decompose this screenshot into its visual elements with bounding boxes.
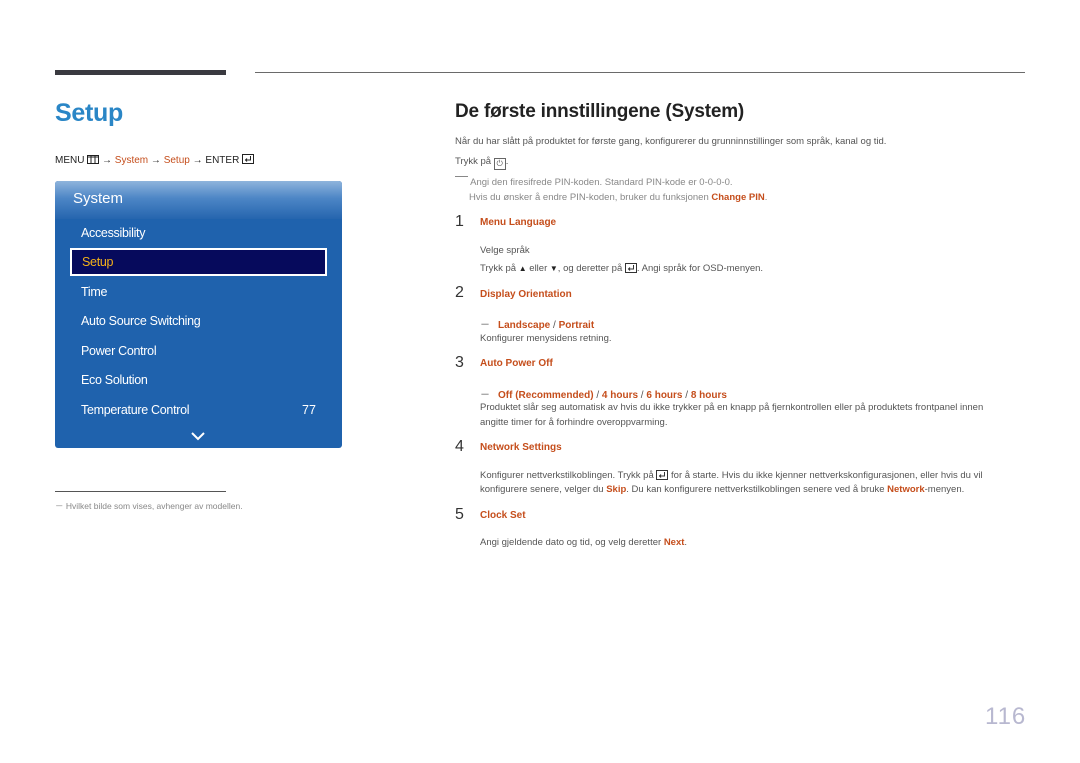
osd-system-menu: System Accessibility Setup Time Auto Sou…	[55, 181, 342, 448]
step3-desc-line2: angitte timer for å forhindre overoppvar…	[480, 417, 668, 428]
enter-icon	[242, 154, 255, 167]
step-title-auto-power-off: Auto Power Off	[480, 358, 553, 369]
arrow: →	[192, 155, 203, 166]
osd-item-eco-solution[interactable]: Eco Solution	[81, 373, 148, 387]
down-arrow-icon: ▼	[549, 264, 558, 273]
option-4-hours: 4 hours	[601, 390, 639, 401]
osd-item-time[interactable]: Time	[81, 285, 107, 299]
footnote: － Hvilket bilde som vises, avhenger av m…	[55, 501, 243, 511]
arrow: →	[150, 155, 161, 166]
press-power-text: Trykk på ⏻.	[455, 156, 509, 170]
breadcrumb-system: System	[114, 155, 149, 166]
page-number: 116	[985, 703, 1027, 730]
intro-text: Når du har slått på produktet for første…	[455, 136, 887, 147]
step1-line1: Velge språk	[480, 245, 530, 256]
step-number: 4	[455, 438, 464, 455]
step2-desc: Konfigurer menysidens retning.	[480, 333, 612, 344]
option-6-hours: 6 hours	[646, 390, 683, 401]
step-title-clock-set: Clock Set	[480, 510, 526, 521]
step3-desc-line1: Produktet slår seg automatisk av hvis du…	[480, 402, 984, 413]
osd-item-temperature-control[interactable]: Temperature Control	[81, 403, 190, 417]
menu-icon	[87, 155, 100, 167]
page-title: Setup	[55, 99, 123, 127]
orientation-options: － Landscape / Portrait	[480, 320, 595, 331]
footnote-rule	[55, 491, 226, 492]
osd-item-accessibility[interactable]: Accessibility	[81, 226, 145, 240]
enter-label: ENTER	[205, 155, 240, 166]
enter-icon	[624, 263, 637, 276]
option-portrait: Portrait	[558, 320, 595, 331]
osd-item-power-control[interactable]: Power Control	[81, 344, 157, 358]
menu-label: MENU	[55, 155, 85, 166]
chevron-down-icon[interactable]	[190, 428, 206, 446]
pin-note-line1: Angi den firesifrede PIN-koden. Standard…	[455, 176, 733, 188]
osd-item-label: Setup	[82, 255, 114, 269]
skip-label: Skip	[606, 484, 627, 495]
step-number: 2	[455, 284, 464, 301]
step-title-menu-language: Menu Language	[480, 217, 557, 228]
note-mark	[455, 176, 468, 177]
osd-item-setup[interactable]: Setup	[70, 248, 327, 276]
network-label: Network	[887, 484, 925, 495]
step5-desc: Angi gjeldende dato og tid, og velg dere…	[480, 537, 688, 548]
pin-note-line2: Hvis du ønsker å endre PIN-koden, bruker…	[469, 192, 768, 203]
up-arrow-icon: ▲	[518, 264, 527, 273]
next-label: Next	[663, 537, 685, 548]
step4-desc-line2: konfigurere senere, velger du Skip. Du k…	[480, 484, 965, 495]
step-title-display-orientation: Display Orientation	[480, 289, 572, 300]
breadcrumb-setup: Setup	[163, 155, 190, 166]
option-8-hours: 8 hours	[690, 390, 727, 401]
auto-power-off-options: － Off (Recommended) / 4 hours / 6 hours /…	[480, 390, 727, 401]
step-number: 1	[455, 213, 464, 230]
step-number: 5	[455, 506, 464, 523]
menu-path-breadcrumb: MENU → System → Setup → ENTER	[55, 154, 255, 167]
osd-item-auto-source-switching[interactable]: Auto Source Switching	[81, 314, 201, 328]
change-pin-link: Change PIN	[711, 192, 765, 203]
step4-desc-line1: Konfigurer nettverkstilkoblingen. Trykk …	[480, 470, 983, 483]
arrow: →	[102, 155, 113, 166]
section-title: De første innstillingene (System)	[455, 101, 745, 122]
option-off-recommended: Off (Recommended)	[498, 390, 594, 401]
option-landscape: Landscape	[498, 320, 551, 331]
header-rule-thin	[255, 72, 1025, 73]
enter-icon	[656, 470, 669, 483]
header-rule-thick	[55, 70, 226, 75]
power-icon: ⏻	[493, 158, 506, 170]
osd-title: System	[73, 190, 124, 207]
temperature-control-value: 77	[302, 403, 316, 417]
step-title-network-settings: Network Settings	[480, 442, 562, 453]
step1-line2: Trykk på ▲ eller ▼, og deretter på . Ang…	[480, 263, 764, 276]
step-number: 3	[455, 354, 464, 371]
